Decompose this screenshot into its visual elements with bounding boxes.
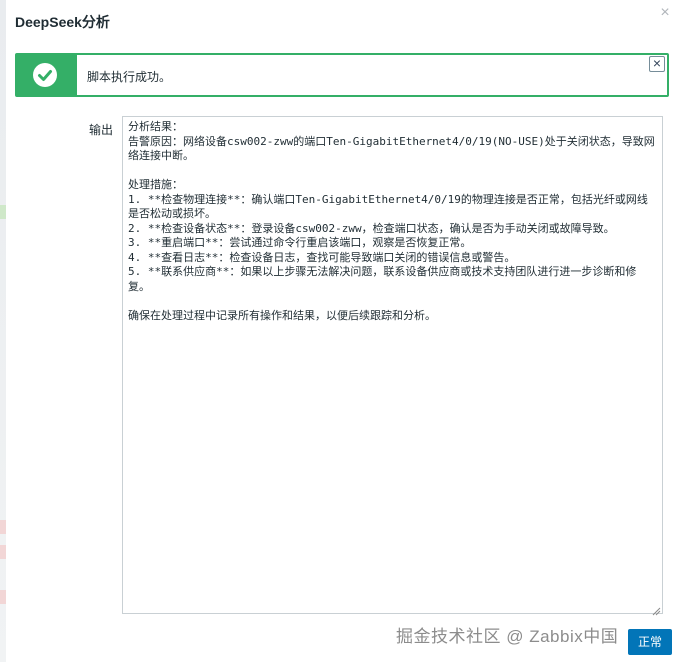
message-close-button[interactable]: × — [649, 56, 665, 72]
output-label: 输出 — [89, 123, 114, 137]
resize-grip-icon[interactable] — [652, 603, 661, 616]
check-circle-icon — [33, 63, 57, 87]
ok-button[interactable]: 正常 — [628, 629, 672, 655]
success-icon-area — [17, 55, 77, 95]
screen: DeepSeek分析 × 脚本执行成功。 × 输出 分析结果： 告警原因：网络设… — [0, 0, 676, 662]
dialog-close-icon[interactable]: × — [658, 5, 672, 21]
success-message-text: 脚本执行成功。 — [87, 70, 172, 84]
success-message: 脚本执行成功。 × — [15, 53, 669, 97]
deepseek-dialog: DeepSeek分析 × 脚本执行成功。 × 输出 分析结果： 告警原因：网络设… — [6, 0, 676, 662]
dialog-title: DeepSeek分析 — [15, 14, 110, 30]
output-textarea[interactable]: 分析结果： 告警原因：网络设备csw002-zww的端口Ten-GigabitE… — [122, 116, 663, 614]
